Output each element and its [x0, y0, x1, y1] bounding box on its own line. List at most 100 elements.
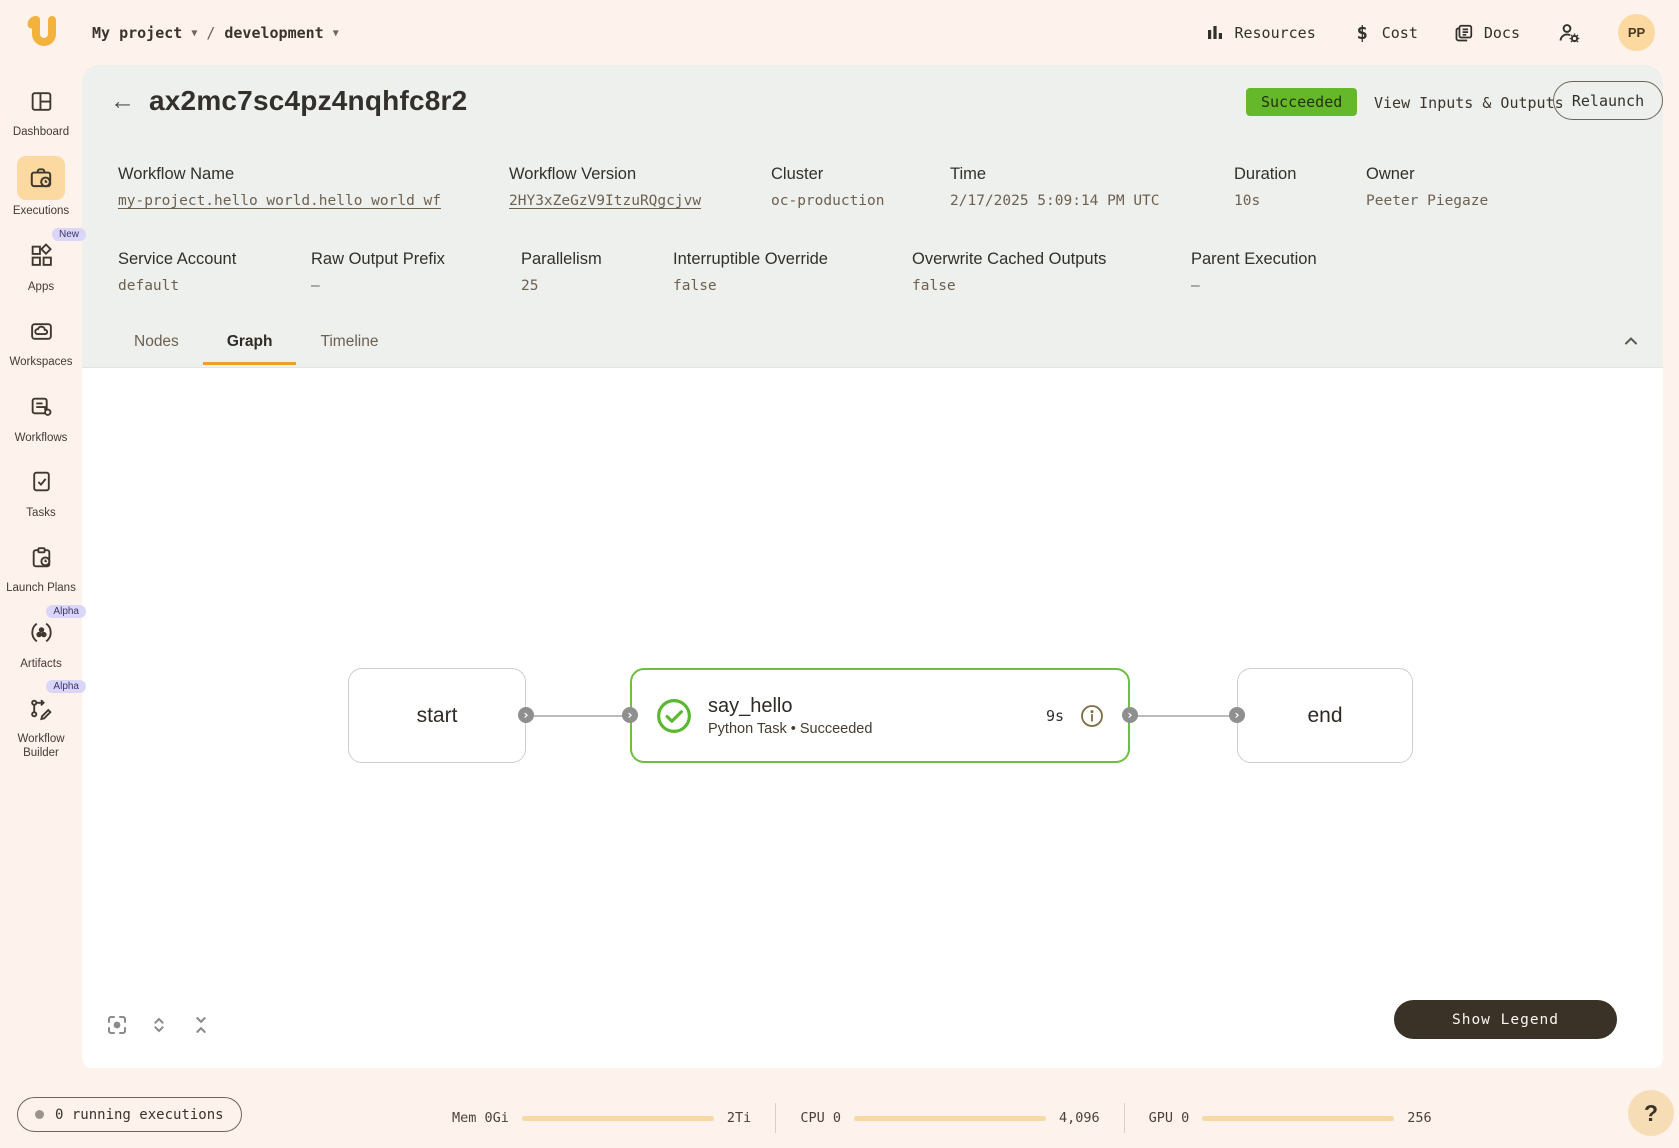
running-executions-label: 0 running executions	[55, 1107, 224, 1123]
chevron-down-icon[interactable]: ▼	[333, 26, 339, 39]
meter-current: 0	[833, 1110, 841, 1126]
tab-nodes[interactable]: Nodes	[110, 321, 203, 365]
success-check-icon	[656, 698, 692, 734]
sidebar-item-label: Executions	[13, 204, 69, 218]
sidebar-item-workflow-builder[interactable]: Alpha Workflow Builder	[2, 688, 80, 761]
meta-value: –	[311, 278, 445, 294]
workflow-builder-icon	[17, 688, 65, 728]
mem-meter: Mem 0Gi 2Ti	[452, 1110, 751, 1126]
meta-value: false	[673, 278, 828, 294]
sidebar-item-apps[interactable]: New Apps	[2, 236, 80, 294]
sidebar-item-label: Apps	[28, 280, 54, 294]
collapse-all-icon[interactable]	[188, 1012, 214, 1038]
meta-workflow-version: Workflow Version 2HY3xZeGzV9ItzuRQgcjvw	[509, 165, 701, 209]
sidebar-item-tasks[interactable]: Tasks	[2, 462, 80, 520]
bar-chart-icon	[1204, 22, 1225, 43]
apps-icon	[17, 236, 65, 276]
meter-label: GPU	[1149, 1110, 1173, 1126]
show-legend-button[interactable]: Show Legend	[1394, 1000, 1617, 1039]
sidebar-item-executions[interactable]: Executions	[2, 156, 80, 218]
avatar[interactable]: PP	[1618, 14, 1655, 51]
chevron-down-icon[interactable]: ▼	[191, 26, 197, 39]
avatar-initials: PP	[1628, 25, 1645, 40]
docs-button[interactable]: Docs	[1454, 22, 1520, 43]
gpu-meter: GPU 0 256	[1149, 1110, 1432, 1126]
sidebar-item-workspaces[interactable]: Workspaces	[2, 311, 80, 369]
executions-icon	[17, 156, 65, 200]
meta-label: Cluster	[771, 165, 885, 184]
sidebar-item-label: Workflow Builder	[2, 732, 80, 761]
metadata-row-2: Service Account default Raw Output Prefi…	[82, 250, 1663, 310]
meta-owner: Owner Peeter Piegaze	[1366, 165, 1488, 209]
sidebar-item-workflows[interactable]: Workflows	[2, 387, 80, 445]
back-arrow-icon[interactable]: ←	[110, 89, 135, 114]
resources-button[interactable]: Resources	[1204, 22, 1315, 43]
help-button[interactable]: ?	[1628, 1090, 1674, 1136]
artifacts-icon	[17, 613, 65, 653]
collapse-chevron-icon[interactable]	[1621, 331, 1641, 351]
workflow-version-link[interactable]: 2HY3xZeGzV9ItzuRQgcjvw	[509, 193, 701, 209]
dashboard-icon	[17, 81, 65, 121]
graph-node-end[interactable]: end	[1237, 668, 1413, 763]
cost-label: Cost	[1382, 24, 1418, 42]
divider	[775, 1103, 776, 1133]
sidebar-item-label: Artifacts	[20, 657, 62, 671]
launch-plans-icon	[17, 537, 65, 577]
view-inputs-outputs-link[interactable]: View Inputs & Outputs	[1374, 94, 1564, 112]
sidebar-item-launch-plans[interactable]: Launch Plans	[2, 537, 80, 595]
running-executions-pill[interactable]: 0 running executions	[17, 1097, 242, 1132]
meta-label: Owner	[1366, 165, 1488, 184]
cpu-meter-bar	[854, 1116, 1046, 1121]
breadcrumb-project[interactable]: My project	[92, 24, 182, 42]
meta-value: default	[118, 278, 236, 294]
meta-raw-output-prefix: Raw Output Prefix –	[311, 250, 445, 294]
tab-graph[interactable]: Graph	[203, 321, 297, 365]
center-focus-icon[interactable]	[104, 1012, 130, 1038]
meter-current: 0Gi	[485, 1110, 509, 1126]
meta-time: Time 2/17/2025 5:09:14 PM UTC	[950, 165, 1160, 209]
info-icon[interactable]	[1080, 704, 1104, 728]
workflow-name-link[interactable]: my-project.hello_world.hello_world_wf	[118, 193, 441, 209]
breadcrumb-domain[interactable]: development	[224, 24, 323, 42]
view-tabs: Nodes Graph Timeline	[110, 321, 402, 365]
sidebar-item-artifacts[interactable]: Alpha Artifacts	[2, 613, 80, 671]
dollar-icon: $	[1352, 22, 1373, 43]
sidebar-item-dashboard[interactable]: Dashboard	[2, 81, 80, 139]
union-logo[interactable]	[24, 13, 64, 53]
meta-overwrite-cached-outputs: Overwrite Cached Outputs false	[912, 250, 1106, 294]
sidebar: Dashboard Executions New Apps	[0, 65, 82, 1068]
graph-controls	[104, 1012, 214, 1038]
docs-icon	[1454, 22, 1475, 43]
meta-workflow-name: Workflow Name my-project.hello_world.hel…	[118, 165, 441, 209]
graph-node-start[interactable]: start	[348, 668, 526, 763]
breadcrumb: My project ▼ / development ▼	[92, 24, 339, 42]
alpha-badge: Alpha	[46, 605, 86, 618]
meta-label: Parent Execution	[1191, 250, 1317, 269]
relaunch-button[interactable]: Relaunch	[1553, 81, 1663, 120]
task-title: say_hello	[708, 695, 872, 718]
meta-label: Raw Output Prefix	[311, 250, 445, 269]
expand-all-icon[interactable]	[146, 1012, 172, 1038]
graph-edge	[526, 715, 630, 717]
output-port-icon: ›	[518, 707, 534, 723]
meta-value: 2/17/2025 5:09:14 PM UTC	[950, 193, 1160, 209]
meta-parallelism: Parallelism 25	[521, 250, 602, 294]
input-port-icon: ›	[1229, 707, 1245, 723]
cost-button[interactable]: $ Cost	[1352, 22, 1418, 43]
tasks-icon	[17, 462, 65, 502]
graph-canvas[interactable]: start say_hello Python Task • Succeeded …	[82, 367, 1663, 1068]
meta-cluster: Cluster oc-production	[771, 165, 885, 209]
metadata-row-1: Workflow Name my-project.hello_world.hel…	[82, 165, 1663, 225]
graph-node-say-hello[interactable]: say_hello Python Task • Succeeded 9s	[630, 668, 1130, 763]
resources-label: Resources	[1234, 24, 1315, 42]
user-settings-icon[interactable]	[1556, 20, 1582, 46]
sidebar-item-label: Dashboard	[13, 125, 69, 139]
task-subtitle: Python Task • Succeeded	[708, 721, 872, 737]
meta-label: Workflow Name	[118, 165, 441, 184]
tab-timeline[interactable]: Timeline	[296, 321, 402, 365]
meta-label: Time	[950, 165, 1160, 184]
task-duration: 9s	[1046, 707, 1064, 725]
breadcrumb-separator: /	[206, 24, 215, 42]
alpha-badge: Alpha	[46, 680, 86, 693]
docs-label: Docs	[1484, 24, 1520, 42]
